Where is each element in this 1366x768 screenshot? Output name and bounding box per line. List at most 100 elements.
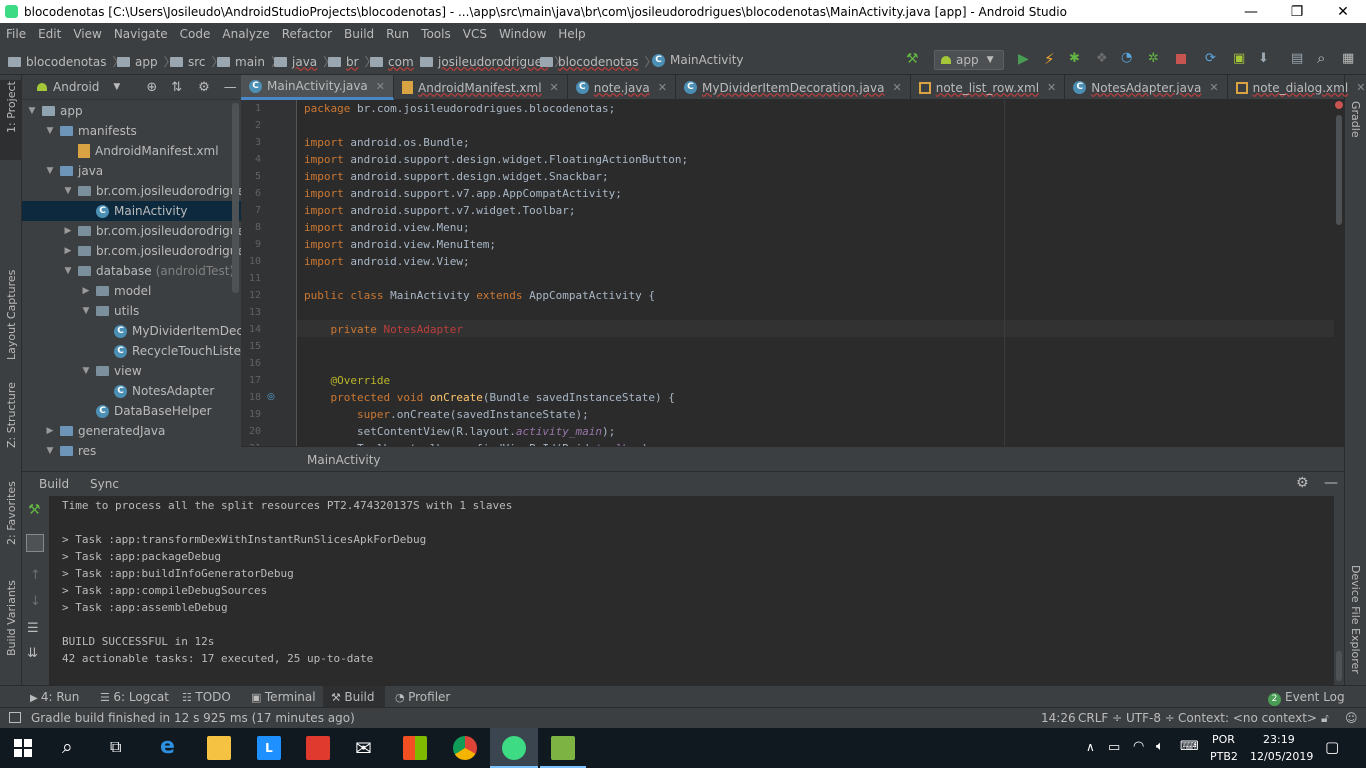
- collapse-arrow-icon[interactable]: ▶: [44, 426, 56, 436]
- menu-vcs[interactable]: VCS: [457, 27, 493, 41]
- project-tree-item[interactable]: C DataBaseHelper: [80, 401, 212, 421]
- stop-icon[interactable]: [1176, 54, 1186, 64]
- project-tree-item[interactable]: AndroidManifest.xml: [62, 141, 219, 161]
- collapse-arrow-icon[interactable]: ▶: [80, 286, 92, 296]
- search-icon[interactable]: ⌕: [1317, 49, 1325, 67]
- project-tree-item[interactable]: ▶ model: [80, 281, 152, 301]
- scroll-to-end-icon[interactable]: ⇊: [27, 646, 38, 661]
- expand-arrow-icon[interactable]: ▼: [62, 266, 74, 276]
- keyboard-layout[interactable]: PTB2: [1210, 750, 1238, 763]
- editor-tab[interactable]: AndroidManifest.xml ✕: [394, 75, 568, 100]
- menu-edit[interactable]: Edit: [32, 27, 67, 41]
- project-scrollbar[interactable]: [232, 103, 239, 293]
- toggle-view-icon[interactable]: [26, 534, 44, 552]
- editor-tab[interactable]: C MainActivity.java ✕: [241, 75, 394, 100]
- gradle-tool-label[interactable]: Gradle: [1349, 101, 1362, 138]
- breadcrumb-item[interactable]: app〉: [117, 53, 176, 70]
- more-icon[interactable]: ▦: [1342, 51, 1354, 66]
- terminal-tool-tab[interactable]: ▣ Terminal: [251, 690, 316, 704]
- battery-icon[interactable]: ▭: [1108, 740, 1120, 755]
- up-arrow-icon[interactable]: ↑: [30, 568, 41, 583]
- run-tool-tab[interactable]: ▶ 4: Run: [30, 690, 79, 704]
- down-arrow-icon[interactable]: ↓: [30, 594, 41, 609]
- edge-icon[interactable]: e: [160, 734, 175, 759]
- hammer-icon[interactable]: ⚒: [906, 51, 919, 67]
- breadcrumb-item[interactable]: C MainActivity: [652, 53, 744, 67]
- windows-start-icon[interactable]: [14, 739, 32, 757]
- clock-date[interactable]: 12/05/2019: [1250, 750, 1313, 763]
- close-tab-icon[interactable]: ✕: [1047, 81, 1056, 94]
- project-tree-item[interactable]: ▼ view: [80, 361, 142, 381]
- close-tab-icon[interactable]: ✕: [376, 80, 385, 93]
- chevron-down-icon[interactable]: ▼: [113, 82, 120, 92]
- device-file-explorer-label[interactable]: Device File Explorer: [1349, 565, 1362, 674]
- todo-tool-tab[interactable]: ☷ TODO: [182, 690, 231, 704]
- breadcrumb-item[interactable]: java〉: [274, 53, 335, 70]
- code-editor[interactable]: package br.com.josileudorodrigues.blocod…: [297, 100, 1334, 446]
- editor-tab[interactable]: C NotesAdapter.java ✕: [1065, 75, 1228, 100]
- expand-arrow-icon[interactable]: ▼: [62, 186, 74, 196]
- project-tree-item[interactable]: ▼ java: [44, 161, 104, 181]
- search-icon[interactable]: ⌕: [62, 736, 73, 758]
- status-message[interactable]: Gradle build finished in 12 s 925 ms (17…: [31, 711, 355, 725]
- lock-icon[interactable]: 🔓︎: [1321, 711, 1329, 726]
- close-button[interactable]: ✕: [1320, 0, 1366, 23]
- project-tree-item[interactable]: ▼ database (androidTest): [62, 261, 235, 281]
- line-separator[interactable]: CRLF ÷: [1078, 711, 1122, 725]
- chrome-icon[interactable]: [453, 736, 477, 760]
- maximize-button[interactable]: ❐: [1274, 0, 1320, 23]
- gear-icon[interactable]: ⚙: [198, 80, 210, 95]
- app-red-icon[interactable]: [306, 736, 330, 760]
- menu-file[interactable]: File: [0, 27, 32, 41]
- expand-arrow-icon[interactable]: ▼: [44, 446, 56, 456]
- clock-time[interactable]: 23:19: [1263, 733, 1295, 746]
- override-marker-icon[interactable]: ◎: [267, 392, 275, 402]
- sync-tab[interactable]: Sync: [90, 477, 119, 491]
- build-tab[interactable]: Build: [39, 477, 69, 491]
- menu-navigate[interactable]: Navigate: [108, 27, 174, 41]
- collapse-arrow-icon[interactable]: ▶: [62, 246, 74, 256]
- project-tree-item[interactable]: ▼ br.com.josileudorodrigues.b: [62, 181, 241, 201]
- menu-code[interactable]: Code: [174, 27, 217, 41]
- avd-manager-icon[interactable]: ▣: [1233, 51, 1245, 66]
- hide-icon[interactable]: —: [1324, 475, 1338, 491]
- project-tree-item[interactable]: ▼ res: [44, 441, 97, 461]
- mail-icon[interactable]: ✉: [355, 736, 372, 760]
- expand-arrow-icon[interactable]: ▼: [44, 166, 56, 176]
- project-tree-item[interactable]: C MyDividerItemDecor: [98, 321, 241, 341]
- file-explorer-icon[interactable]: [207, 736, 231, 760]
- editor-tab[interactable]: C MyDividerItemDecoration.java ✕: [676, 75, 911, 100]
- target-icon[interactable]: ⊕: [146, 80, 157, 95]
- hammer-icon[interactable]: ⚒: [28, 502, 41, 518]
- chevron-up-icon[interactable]: ∧: [1086, 740, 1095, 754]
- context-indicator[interactable]: Context: <no context>: [1178, 711, 1317, 725]
- close-tab-icon[interactable]: ✕: [893, 81, 902, 94]
- gear-icon[interactable]: ⚙: [1296, 475, 1309, 491]
- build-output[interactable]: Time to process all the split resources …: [50, 496, 1342, 685]
- breadcrumb-item[interactable]: blocodenotas〉: [8, 53, 125, 70]
- project-tree-item[interactable]: ▼ app: [26, 101, 83, 121]
- input-language[interactable]: POR: [1212, 733, 1235, 746]
- project-tool-label[interactable]: 1: Project: [5, 81, 18, 133]
- collapse-icon[interactable]: ⇅: [171, 80, 182, 95]
- debug-icon[interactable]: ✱: [1069, 51, 1080, 66]
- build-scrollbar[interactable]: [1336, 651, 1342, 681]
- project-view-select[interactable]: Android: [53, 80, 99, 94]
- menu-refactor[interactable]: Refactor: [276, 27, 338, 41]
- project-tree-item[interactable]: C RecycleTouchListene: [98, 341, 241, 361]
- close-tab-icon[interactable]: ✕: [1356, 81, 1365, 94]
- attach-debugger-icon[interactable]: ❖: [1096, 51, 1108, 66]
- project-tree-item[interactable]: ▼ manifests: [44, 121, 137, 141]
- expand-arrow-icon[interactable]: ▼: [44, 126, 56, 136]
- project-tree-item[interactable]: C NotesAdapter: [98, 381, 214, 401]
- profile-icon[interactable]: ◔: [1121, 50, 1132, 65]
- emulator-icon[interactable]: [551, 736, 575, 760]
- project-tree-item[interactable]: ▶ br.com.josileudorodrigues.b: [62, 241, 241, 261]
- apply-changes-icon[interactable]: ⚡: [1044, 50, 1055, 68]
- project-structure-icon[interactable]: ▤: [1291, 51, 1303, 66]
- expand-arrow-icon[interactable]: ▼: [80, 366, 92, 376]
- menu-help[interactable]: Help: [552, 27, 591, 41]
- notifications-icon[interactable]: ▢: [1325, 738, 1339, 756]
- sdk-manager-icon[interactable]: ⬇: [1258, 51, 1269, 66]
- store-icon[interactable]: [403, 736, 427, 760]
